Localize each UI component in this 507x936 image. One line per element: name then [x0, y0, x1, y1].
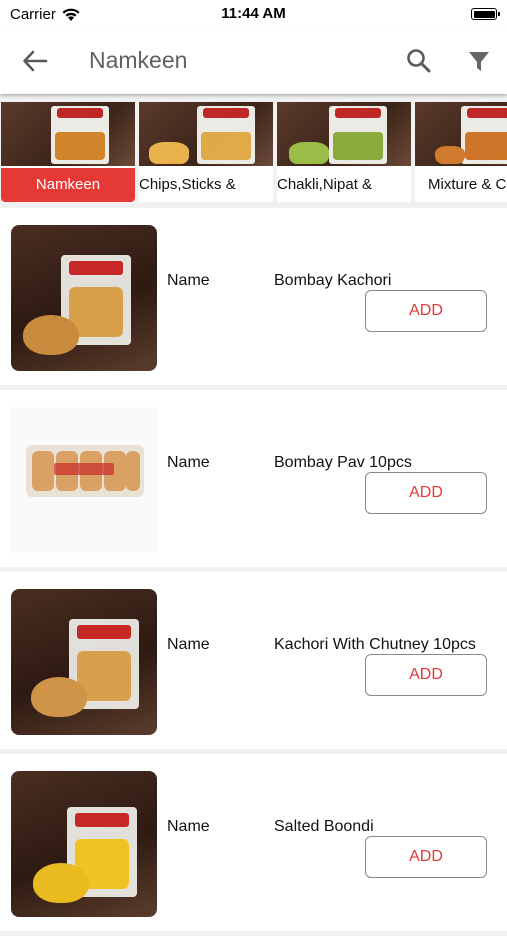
clock: 11:44 AM [221, 5, 286, 22]
product-name-label: Name [167, 818, 210, 835]
category-image [277, 102, 411, 166]
product-name: Salted Boondi [274, 818, 374, 835]
category-label: Chakli,Nipat & [277, 176, 373, 193]
category-tab-namkeen[interactable]: Namkeen [1, 102, 135, 202]
product-name: Bombay Kachori [274, 272, 392, 289]
category-image [415, 102, 507, 166]
product-pack-image [51, 106, 109, 164]
product-pack-image [461, 106, 507, 164]
add-button[interactable]: ADD [365, 472, 487, 514]
category-tab-chips[interactable]: Chips,Sticks & [139, 102, 273, 202]
product-image [11, 225, 157, 371]
search-icon[interactable] [404, 46, 434, 76]
product-name: Bombay Pav 10pcs [274, 454, 412, 471]
product-pack-image [329, 106, 387, 164]
product-image [11, 771, 157, 917]
product-name: Kachori With Chutney 10pcs [274, 636, 476, 653]
add-button[interactable]: ADD [365, 290, 487, 332]
product-name-label: Name [167, 454, 210, 471]
product-image [11, 407, 157, 553]
category-label: Mixture & Ch [428, 176, 507, 193]
add-button[interactable]: ADD [365, 836, 487, 878]
category-tab-mixture[interactable]: Mixture & Ch [415, 102, 507, 202]
product-list[interactable]: Name Bombay Kachori ADD Name Bombay Pav … [0, 208, 507, 936]
app-toolbar: Namkeen [0, 28, 507, 94]
product-row[interactable]: Name Kachori With Chutney 10pcs ADD [0, 572, 507, 749]
product-pack-image [197, 106, 255, 164]
category-image [1, 102, 135, 166]
battery-icon [471, 8, 500, 20]
category-strip[interactable]: Namkeen Chips,Sticks & Chakli,Nipat & Mi… [0, 98, 507, 206]
category-image [139, 102, 273, 166]
product-row[interactable]: Name Bombay Pav 10pcs ADD [0, 390, 507, 567]
product-name-label: Name [167, 636, 210, 653]
add-button[interactable]: ADD [365, 654, 487, 696]
category-label: Chips,Sticks & [139, 176, 236, 193]
arrow-left-icon[interactable] [20, 47, 50, 75]
product-name-label: Name [167, 272, 210, 289]
product-row[interactable]: Name Salted Boondi ADD [0, 754, 507, 931]
product-row[interactable]: Name Bombay Kachori ADD [0, 208, 507, 385]
page-title: Namkeen [89, 47, 188, 73]
filter-icon[interactable] [464, 46, 494, 76]
category-label: Namkeen [1, 168, 135, 202]
category-tab-chakli[interactable]: Chakli,Nipat & [277, 102, 411, 202]
product-image [11, 589, 157, 735]
status-bar: Carrier 11:44 AM [0, 0, 507, 28]
